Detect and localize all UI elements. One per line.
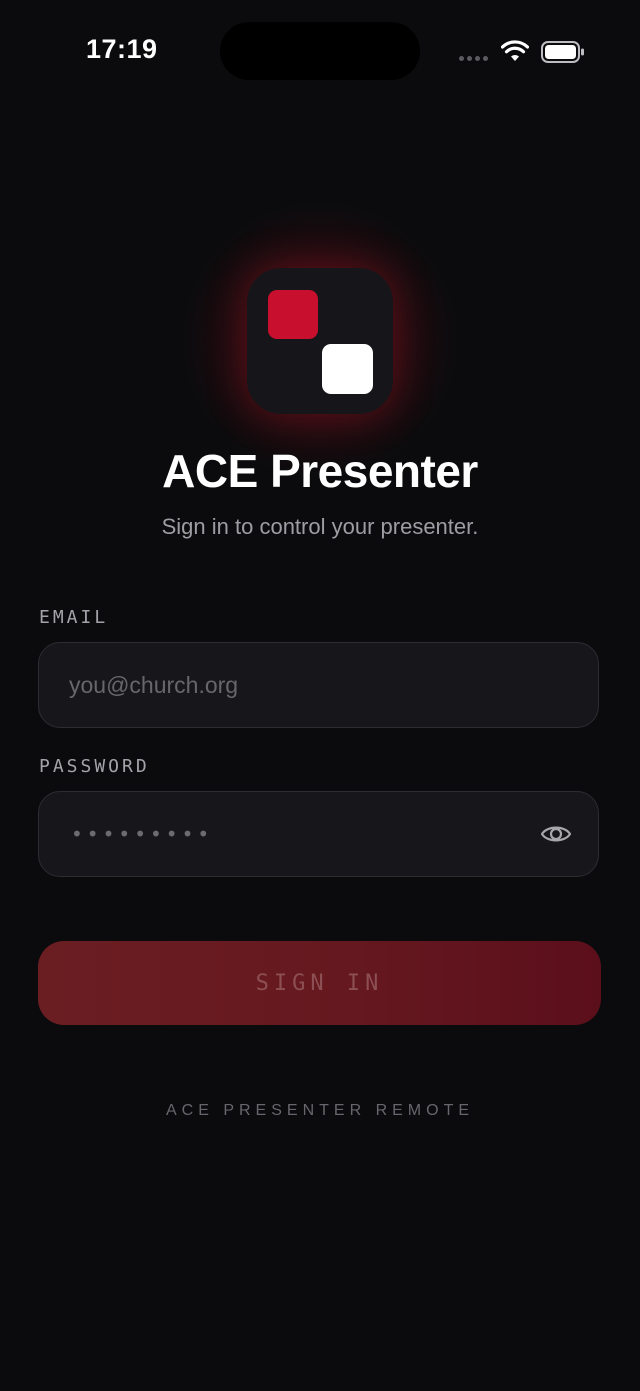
- wifi-icon: [501, 40, 529, 61]
- dynamic-island: [220, 22, 420, 80]
- status-time: 17:19: [86, 34, 158, 64]
- password-masked-value: •••••••••: [71, 822, 214, 846]
- sign-in-button[interactable]: SIGN IN: [38, 941, 601, 1025]
- email-label: EMAIL: [39, 607, 109, 628]
- logo-white-square: [322, 344, 373, 394]
- password-label: PASSWORD: [39, 756, 150, 777]
- email-field[interactable]: [69, 643, 549, 727]
- logo-red-square: [268, 290, 318, 339]
- login-screen: 17:19 ACE Presenter Sign in to control y…: [0, 0, 640, 1391]
- cellular-signal-icon: [459, 56, 488, 61]
- password-field[interactable]: •••••••••: [38, 791, 599, 877]
- app-logo: [247, 268, 393, 414]
- battery-icon: [541, 41, 584, 63]
- footer-text: ACE PRESENTER REMOTE: [165, 1102, 475, 1119]
- app-subtitle: Sign in to control your presenter.: [161, 514, 479, 539]
- app-title: ACE Presenter: [162, 445, 478, 497]
- email-field-container[interactable]: [38, 642, 599, 728]
- eye-icon[interactable]: [540, 821, 572, 847]
